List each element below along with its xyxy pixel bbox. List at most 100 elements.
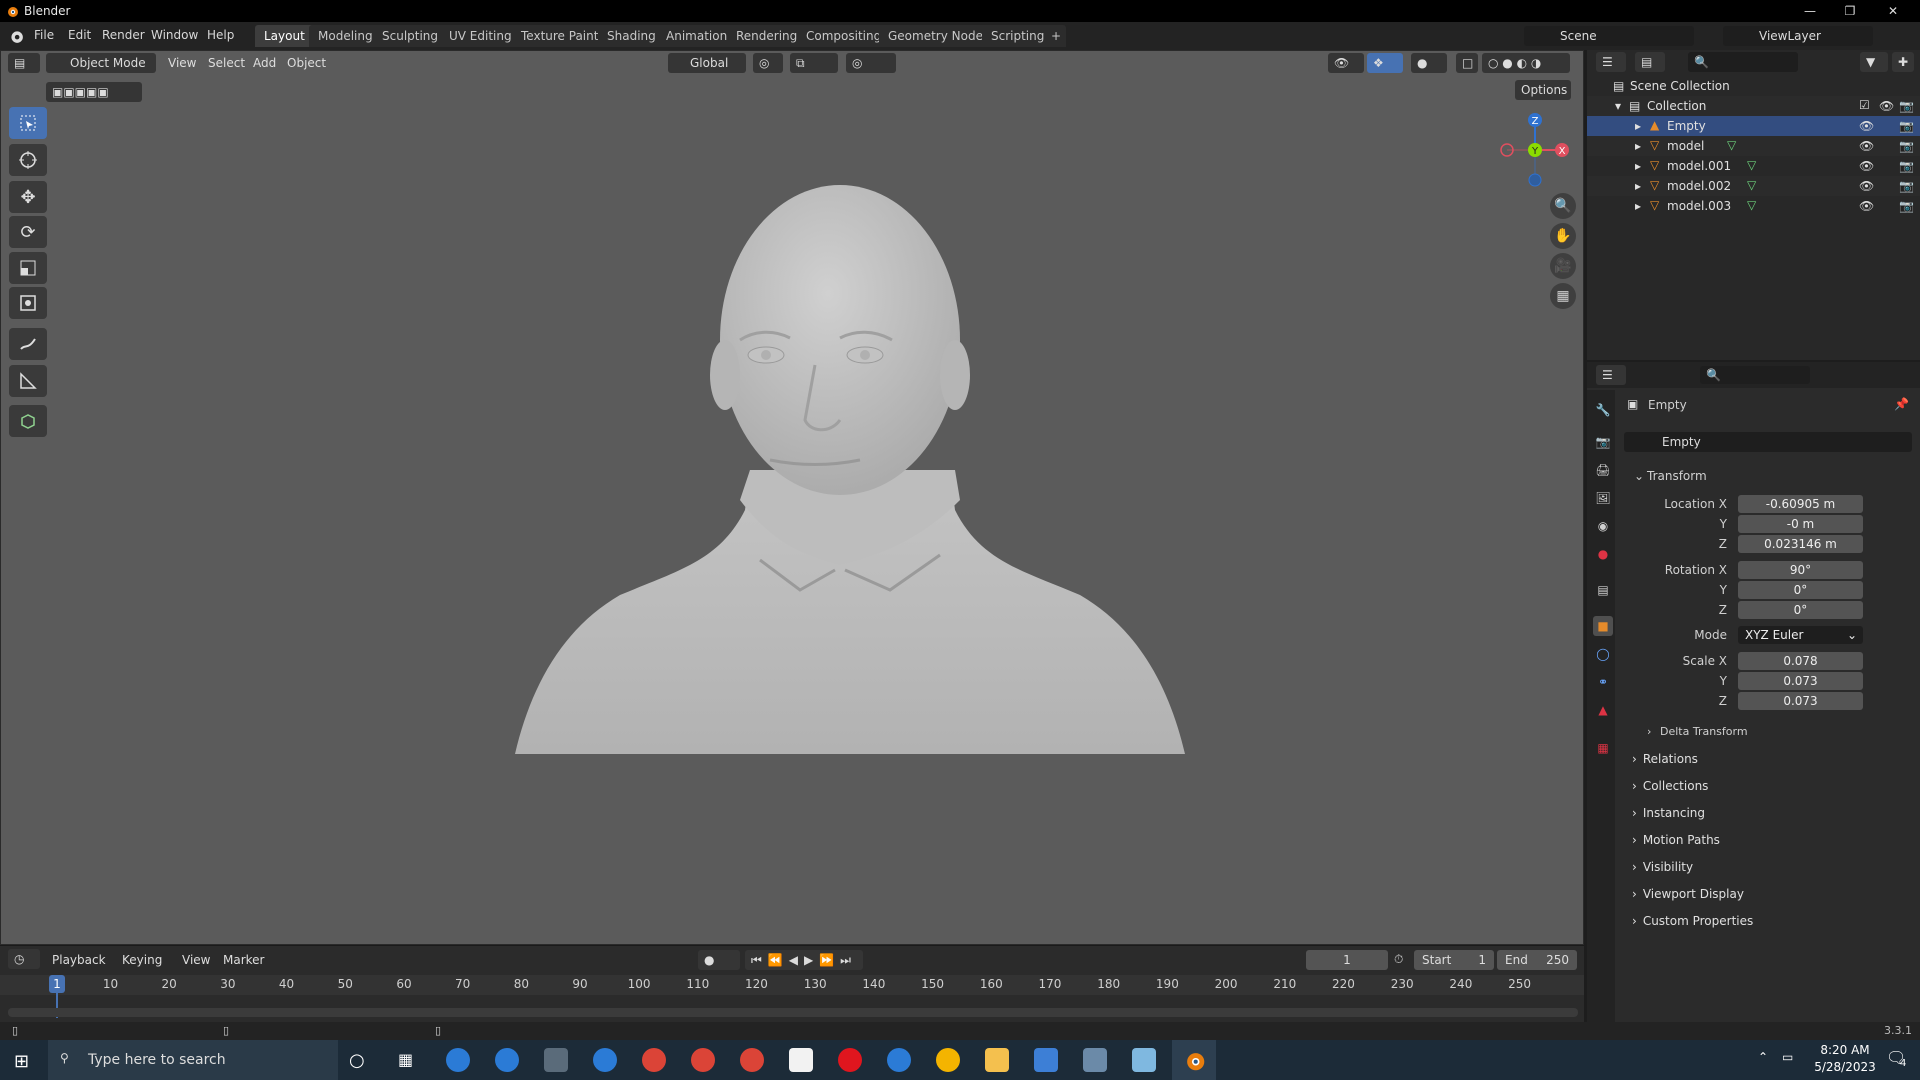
add-cube-tool-icon[interactable] (9, 405, 47, 437)
visibility-panel[interactable]: › Visibility (1632, 860, 1693, 874)
tab-scripting[interactable]: Scripting (982, 25, 1054, 47)
timeline-scrollbar[interactable] (8, 1008, 1578, 1017)
menu-file[interactable]: File (34, 28, 54, 42)
rotate-tool-icon[interactable]: ⟳ (9, 216, 47, 248)
new-collection-icon[interactable]: ✚ (1892, 52, 1914, 72)
xray-toggle-icon[interactable]: □ (1456, 53, 1478, 73)
properties-search-input[interactable]: 🔍 (1700, 366, 1810, 384)
add-workspace-button[interactable]: + (1046, 25, 1067, 47)
app-icon[interactable] (1132, 1048, 1156, 1072)
eye-icon[interactable]: 👁 (1859, 139, 1874, 153)
tab-modeling[interactable]: Modeling (309, 25, 382, 47)
location-y-field[interactable]: -0 m (1738, 515, 1863, 533)
orientation-selector[interactable]: Global (668, 53, 746, 73)
opera-icon[interactable] (838, 1048, 862, 1072)
viewport-menu-add[interactable]: Add (253, 56, 276, 70)
camera-icon[interactable]: 📷 (1899, 139, 1914, 153)
transform-panel-title[interactable]: Transform (1647, 469, 1707, 483)
eye-icon[interactable]: 👁 (1859, 199, 1874, 213)
filter-icon[interactable]: ▼ (1860, 52, 1888, 72)
motion-paths-panel[interactable]: › Motion Paths (1632, 833, 1720, 847)
task-view-icon[interactable]: ▦ (398, 1050, 413, 1069)
tab-compositing[interactable]: Compositing (797, 25, 891, 47)
camera-icon[interactable]: 📷 (1899, 199, 1914, 213)
viewport-menu-view[interactable]: View (168, 56, 196, 70)
transform-tool-icon[interactable] (9, 287, 47, 319)
camera-app-icon[interactable] (544, 1048, 568, 1072)
constraints-properties-icon[interactable]: ⚭ (1593, 672, 1613, 692)
bust-model[interactable] (500, 170, 1200, 760)
visibility-toggle-icon[interactable]: 👁 (1328, 53, 1364, 73)
camera-icon[interactable]: 📷 (1899, 159, 1914, 173)
collections-panel[interactable]: › Collections (1632, 779, 1708, 793)
eye-icon[interactable]: 👁 (1879, 99, 1894, 113)
delta-transform-expand-icon[interactable]: › (1647, 725, 1651, 738)
proportional-edit-icon[interactable]: ◎ (846, 53, 896, 73)
overlay-toggle-icon[interactable]: ● (1411, 53, 1447, 73)
menu-help[interactable]: Help (207, 28, 234, 42)
location-z-field[interactable]: 0.023146 m (1738, 535, 1863, 553)
outliner-editor-type-icon[interactable]: ☰ (1596, 52, 1626, 72)
rotation-y-field[interactable]: 0° (1738, 581, 1863, 599)
playhead[interactable]: 1 (49, 975, 65, 993)
scale-y-field[interactable]: 0.073 (1738, 672, 1863, 690)
snap-icon[interactable]: ⧉ (790, 53, 838, 73)
scale-z-field[interactable]: 0.073 (1738, 692, 1863, 710)
viewport-menu-select[interactable]: Select (208, 56, 245, 70)
chrome-icon[interactable] (642, 1048, 666, 1072)
editor-type-button[interactable]: ▤ (8, 53, 40, 73)
menu-window[interactable]: Window (151, 28, 198, 42)
object-name-field[interactable]: Empty (1624, 432, 1912, 452)
navigation-gizmo[interactable]: Z X Y (1490, 108, 1570, 192)
scale-x-field[interactable]: 0.078 (1738, 652, 1863, 670)
windows-start-icon[interactable]: ⊞ (14, 1051, 29, 1072)
outliner-row-scene-collection[interactable]: ▤ Scene Collection (1587, 76, 1920, 96)
transform-collapse-icon[interactable]: ⌄ (1634, 469, 1644, 483)
start-frame-field[interactable]: Start 1 (1414, 950, 1494, 970)
tab-layout[interactable]: Layout (255, 25, 314, 47)
eye-icon[interactable]: 👁 (1859, 159, 1874, 173)
collection-properties-icon[interactable]: ▤ (1593, 580, 1613, 600)
tab-uv-editing[interactable]: UV Editing (440, 25, 521, 47)
taskbar-clock[interactable]: 8:20 AM (1805, 1043, 1885, 1057)
custom-properties-panel[interactable]: › Custom Properties (1632, 914, 1753, 928)
chrome-icon[interactable] (740, 1048, 764, 1072)
timeline-menu-keying[interactable]: Keying (122, 953, 162, 967)
select-box-tool-icon[interactable] (9, 107, 47, 139)
display-mode-icon[interactable]: ▤ (1635, 52, 1665, 72)
edge-icon[interactable] (495, 1048, 519, 1072)
annotate-tool-icon[interactable] (9, 328, 47, 360)
outliner-row-model-002[interactable]: ▸ ▽ model.002 ▽ 👁 📷 (1587, 176, 1920, 196)
tab-sculpting[interactable]: Sculpting (373, 25, 448, 47)
playback-controls[interactable]: ⏮⏪◀▶⏩⏭ (745, 950, 863, 970)
pan-hand-icon[interactable]: ✋ (1550, 223, 1576, 249)
zoom-icon[interactable]: 🔍 (1550, 193, 1576, 219)
camera-icon[interactable]: 📷 (1899, 179, 1914, 193)
location-x-field[interactable]: -0.60905 m (1738, 495, 1863, 513)
blender-menu-icon[interactable] (8, 28, 24, 44)
view-layer-selector[interactable]: ViewLayer (1723, 26, 1873, 46)
record-button[interactable]: ● (698, 950, 740, 970)
cursor-tool-icon[interactable] (9, 144, 47, 176)
end-frame-field[interactable]: End 250 (1497, 950, 1577, 970)
camera-icon[interactable]: 📷 (1899, 99, 1914, 113)
camera-icon[interactable]: 📷 (1899, 119, 1914, 133)
view-layer-properties-icon[interactable]: 🖼 (1593, 488, 1613, 508)
scale-tool-icon[interactable] (9, 252, 47, 284)
close-button[interactable]: ✕ (1878, 2, 1908, 20)
move-tool-icon[interactable]: ✥ (9, 181, 47, 213)
measure-tool-icon[interactable] (9, 365, 47, 397)
relations-panel[interactable]: › Relations (1632, 752, 1698, 766)
blender-taskbar-button[interactable] (1172, 1040, 1216, 1080)
rotation-z-field[interactable]: 0° (1738, 601, 1863, 619)
minimize-button[interactable]: — (1795, 2, 1825, 20)
cortana-icon[interactable]: ○ (349, 1050, 365, 1071)
tab-rendering[interactable]: Rendering (727, 25, 807, 47)
file-explorer-icon[interactable] (985, 1048, 1009, 1072)
outliner-row-model-003[interactable]: ▸ ▽ model.003 ▽ 👁 📷 (1587, 196, 1920, 216)
tool-properties-icon[interactable]: 🔧 (1593, 400, 1613, 420)
rotation-mode-dropdown[interactable]: XYZ Euler ⌄ (1738, 626, 1863, 644)
properties-editor-type-icon[interactable]: ☰ (1596, 365, 1626, 385)
mode-selector[interactable]: Object Mode (46, 53, 156, 73)
tab-animation[interactable]: Animation (657, 25, 737, 47)
